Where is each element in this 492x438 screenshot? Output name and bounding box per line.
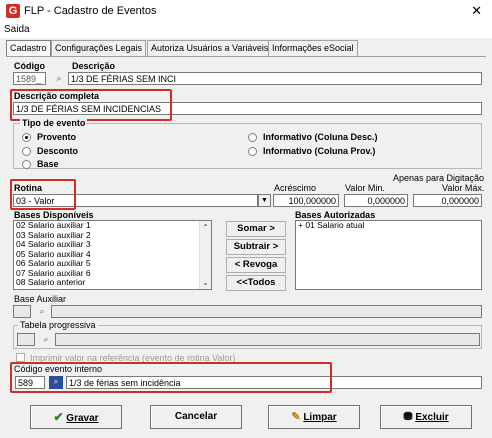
base-auxiliar-label: Base Auxiliar — [14, 294, 67, 304]
list-item[interactable]: 08 Salario anterior — [14, 277, 211, 288]
tipo-evento-label: Tipo de evento — [20, 118, 88, 128]
radio-informativo-desc[interactable] — [248, 133, 257, 142]
cancelar-button[interactable]: Cancelar — [150, 405, 242, 429]
codigo-evento-interno-code-field[interactable]: 589 — [15, 376, 45, 389]
codigo-lookup-binoculars-icon[interactable]: ⌕ — [52, 72, 66, 85]
acrescimo-field[interactable]: 100,000000 — [273, 194, 339, 207]
radio-provento[interactable] — [22, 133, 31, 142]
cancelar-button-label: Cancelar — [174, 411, 218, 422]
codigo-evento-interno-binoculars-icon[interactable]: ⌕ — [49, 376, 63, 389]
bases-disponiveis-label: Bases Disponíveis — [14, 210, 94, 220]
tabela-progressiva-binoculars-icon[interactable]: ⌕ — [39, 333, 53, 346]
tab-divider — [6, 56, 486, 57]
chevron-down-icon[interactable]: ▼ — [258, 194, 271, 207]
close-icon[interactable]: ✕ — [471, 3, 482, 19]
codigo-evento-interno-label: Código evento interno — [14, 364, 103, 374]
radio-provento-label: Provento — [37, 132, 77, 142]
codigo-evento-interno-desc-field[interactable]: 1/3 de férias sem incidência — [66, 376, 482, 389]
radio-informativo-prov[interactable] — [248, 147, 257, 156]
tab-autoriza-usuarios[interactable]: Autoriza Usuários a Variáveis — [147, 40, 273, 56]
radio-desconto[interactable] — [22, 147, 31, 156]
radio-desconto-label: Desconto — [37, 146, 79, 156]
imprimir-valor-label: Imprimir valor na referência (evento de … — [30, 353, 236, 363]
base-auxiliar-code-field[interactable] — [13, 305, 31, 318]
eraser-broom-icon: ✎ — [291, 411, 301, 423]
menu-bar: Saida — [0, 22, 492, 38]
excluir-button[interactable]: ⛃ Excluir — [380, 405, 472, 429]
scroll-down-icon[interactable]: ⌄ — [200, 278, 211, 287]
codigo-label: Código — [14, 61, 45, 71]
app-logo-icon: G — [6, 4, 20, 18]
descricao-completa-label: Descrição completa — [14, 91, 100, 101]
revoga-button[interactable]: < Revoga — [226, 257, 286, 273]
bases-disponiveis-scrollbar[interactable]: ⌃ ⌄ — [199, 221, 211, 289]
base-auxiliar-binoculars-icon[interactable]: ⌕ — [35, 305, 49, 318]
somar-button[interactable]: Somar > — [226, 221, 286, 237]
tabela-progressiva-code-field[interactable] — [17, 333, 35, 346]
menu-item-saida[interactable]: Saida — [4, 24, 30, 35]
acrescimo-label: Acréscimo — [274, 183, 317, 193]
scroll-up-icon[interactable]: ⌃ — [200, 223, 211, 232]
tipo-evento-group — [13, 123, 482, 169]
gravar-button-label: Gravar — [66, 413, 99, 424]
descricao-field[interactable]: 1/3 DE FÉRIAS SEM INCI — [68, 72, 482, 85]
imprimir-valor-checkbox[interactable] — [16, 353, 25, 362]
checkmark-icon: ✔ — [53, 410, 64, 424]
subtrair-button[interactable]: Subtrair > — [226, 239, 286, 255]
valor-max-field[interactable]: 0,000000 — [413, 194, 482, 207]
radio-informativo-prov-label: Informativo (Coluna Prov.) — [263, 146, 376, 156]
apenas-digitacao-label: Apenas para Digitação — [393, 173, 485, 183]
todos-button[interactable]: <<Todos — [226, 275, 286, 291]
gravar-button[interactable]: ✔ Gravar — [30, 405, 122, 429]
tabela-progressiva-label: Tabela progressiva — [18, 320, 98, 330]
trash-icon: ⛃ — [403, 411, 413, 423]
list-item[interactable]: + 01 Salario atual — [296, 221, 481, 231]
tabela-progressiva-desc-field[interactable] — [55, 333, 480, 346]
radio-informativo-desc-label: Informativo (Coluna Desc.) — [263, 132, 378, 142]
title-bar: G FLP - Cadastro de Eventos ✕ — [0, 0, 492, 22]
valor-min-label: Valor Min. — [345, 183, 385, 193]
excluir-button-label: Excluir — [415, 412, 449, 423]
radio-base-label: Base — [37, 159, 59, 169]
codigo-field[interactable]: 1589_ — [13, 72, 46, 85]
bases-autorizadas-list[interactable]: + 01 Salario atual — [295, 220, 482, 290]
limpar-button-label: Limpar — [303, 412, 337, 423]
radio-base[interactable] — [22, 160, 31, 169]
valor-min-field[interactable]: 0,000000 — [344, 194, 408, 207]
base-auxiliar-desc-field[interactable] — [51, 305, 482, 318]
bases-autorizadas-label: Bases Autorizadas — [295, 210, 376, 220]
rotina-select[interactable]: 03 - Valor — [13, 194, 258, 207]
event-registration-window: G FLP - Cadastro de Eventos ✕ Saida Cada… — [0, 0, 492, 438]
valor-max-label: Valor Máx. — [442, 183, 485, 193]
descricao-completa-field[interactable]: 1/3 DE FÉRIAS SEM INCIDENCIAS — [13, 102, 482, 115]
bases-disponiveis-list[interactable]: 02 Salario auxiliar 1 03 Salario auxilia… — [13, 220, 212, 290]
descricao-label: Descrição — [72, 61, 116, 71]
limpar-button[interactable]: ✎ Limpar — [268, 405, 360, 429]
tab-informacoes-esocial[interactable]: Informações eSocial — [268, 40, 358, 56]
tab-configuracoes-legais[interactable]: Configurações Legais — [51, 40, 147, 56]
window-title: FLP - Cadastro de Eventos — [24, 5, 157, 17]
tab-cadastro[interactable]: Cadastro — [6, 40, 51, 56]
rotina-label: Rotina — [14, 183, 42, 193]
